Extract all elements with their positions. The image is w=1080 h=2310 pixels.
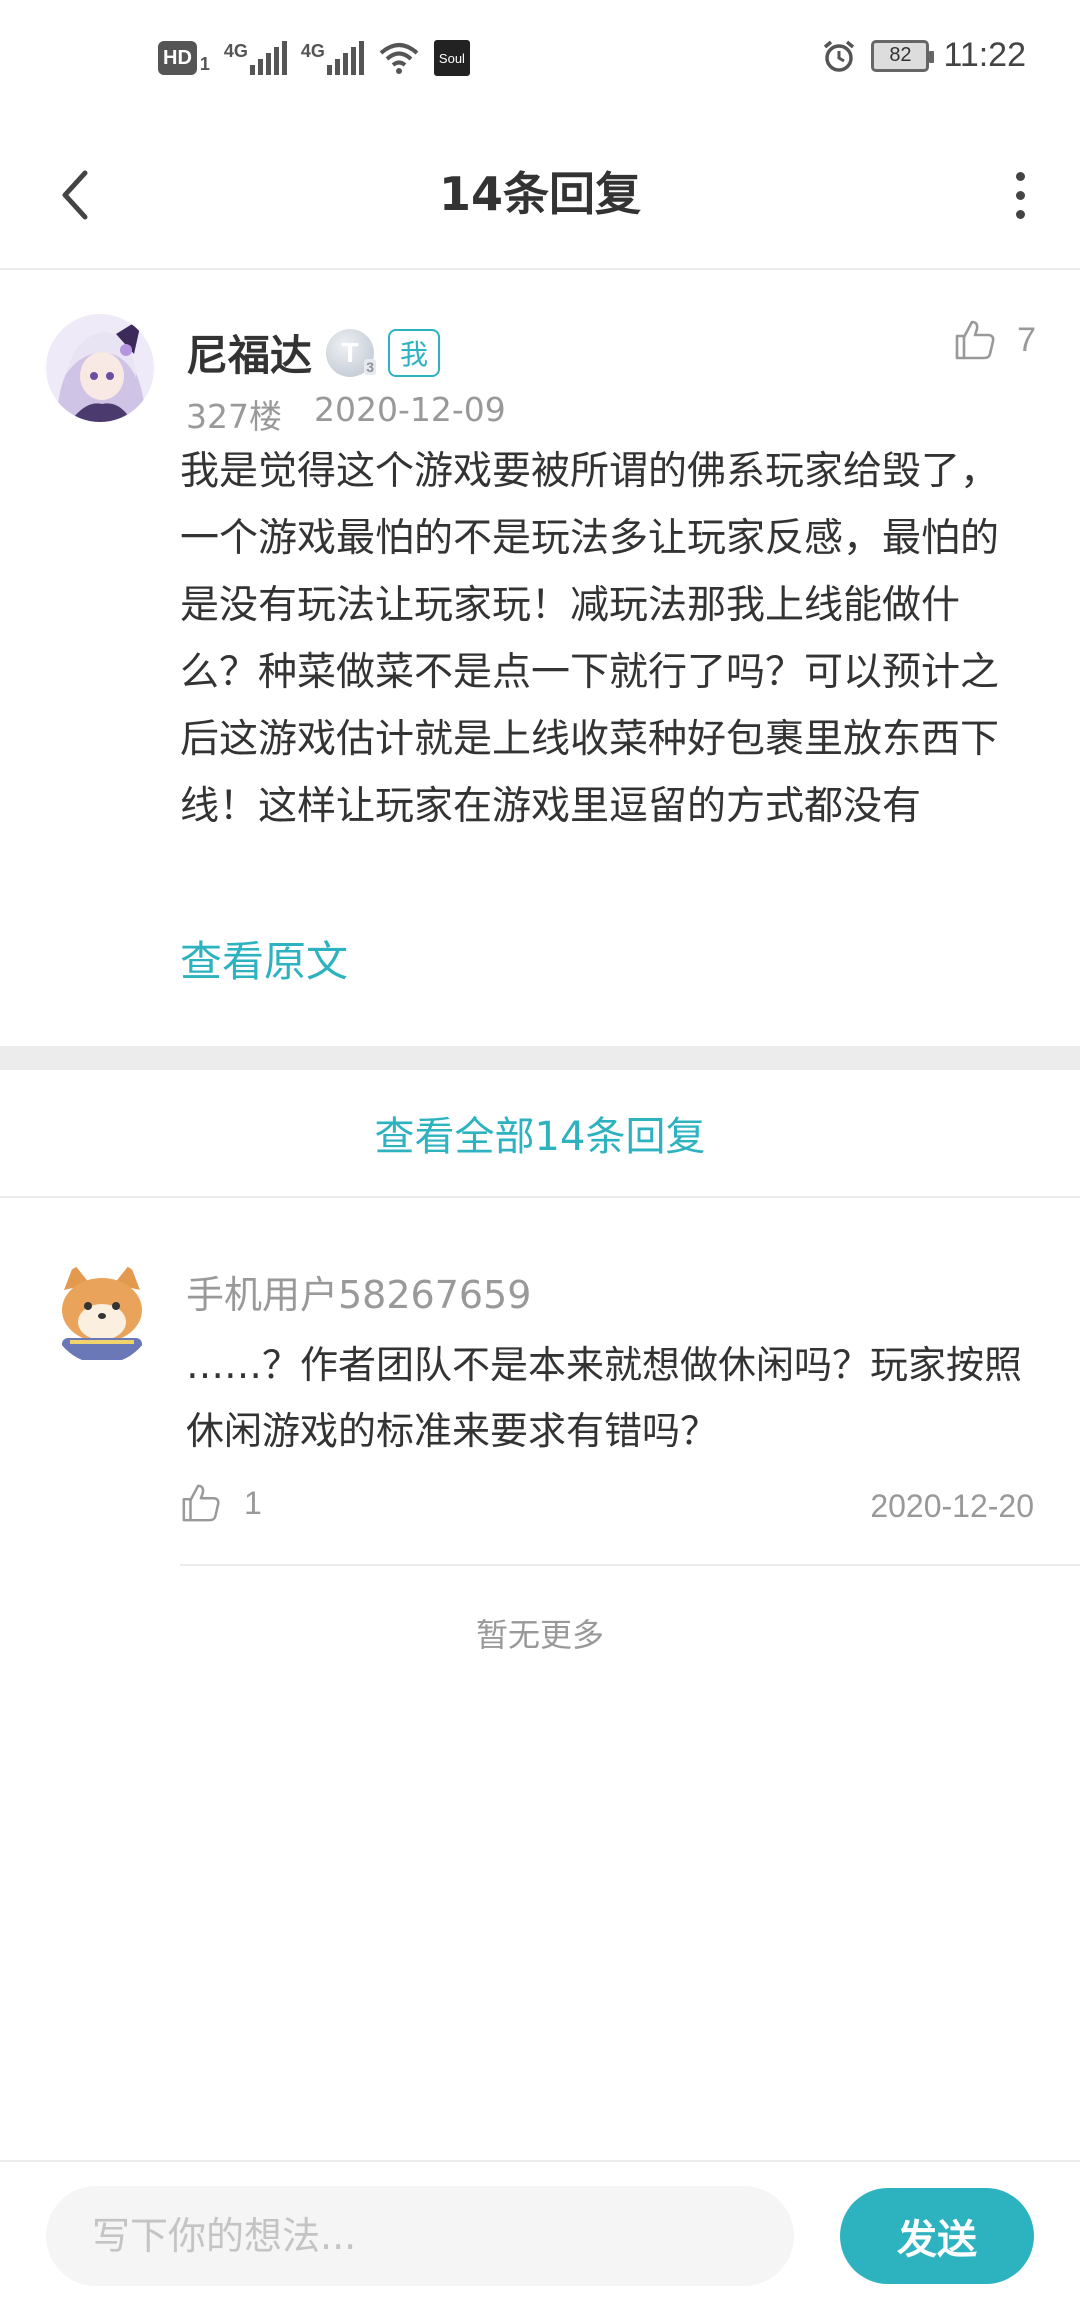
view-all-replies-label: 查看全部14条回复 — [374, 1114, 706, 1160]
battery-level: 82 — [889, 44, 912, 66]
hd-sub-label: 1 — [199, 54, 210, 74]
section-divider — [0, 1046, 1080, 1070]
network-type-2: 4G — [300, 41, 325, 61]
clock: 11:22 — [943, 36, 1026, 74]
soul-app-label: Soul — [438, 50, 465, 66]
status-right: 82 11:22 — [821, 36, 1026, 75]
author-row: 尼福达 T 3 我 — [186, 322, 441, 383]
thumbs-up-icon — [955, 320, 995, 360]
wifi-icon — [379, 43, 419, 74]
send-button[interactable]: 发送 — [840, 2188, 1034, 2284]
level-badge: T 3 — [326, 328, 377, 377]
alarm-icon — [824, 40, 855, 72]
level-badge-letter: T — [341, 336, 359, 368]
view-all-replies-link[interactable]: 查看全部14条回复 — [0, 1070, 1080, 1198]
send-button-label: 发送 — [897, 2217, 977, 2263]
status-bar: HD 1 4G 4G Soul 82 11:22 — [0, 0, 1080, 120]
comment-body: 我是觉得这个游戏要被所谓的佛系玩家给毁了，一个游戏最怕的不是玩法多让玩家反感，最… — [180, 449, 1000, 829]
more-vertical-icon — [1015, 171, 1025, 181]
signal-2: 4G — [301, 41, 364, 75]
comment-meta: 327楼 2020-12-09 — [186, 390, 506, 438]
me-badge: 我 — [388, 328, 441, 377]
page-title: 14条回复 — [438, 167, 641, 221]
reply-like-button[interactable]: 1 — [180, 1482, 262, 1524]
reply-item: 手机用户58267659 ……？作者团队不是本来就想做休闲吗？玩家按照休闲游戏的… — [0, 1200, 1080, 1568]
reply-username[interactable]: 手机用户58267659 — [186, 1264, 531, 1319]
header: 14条回复 — [0, 120, 1080, 270]
anime-avatar-image — [46, 314, 154, 422]
floor-number: 327楼 — [186, 397, 282, 436]
reply-divider — [180, 1564, 1080, 1566]
soul-app-icon: Soul — [433, 40, 470, 76]
comment-date: 2020-12-09 — [314, 390, 506, 429]
comment-input-bar: 发送 — [0, 2160, 1080, 2310]
level-badge-sub: 3 — [364, 358, 377, 375]
author-name[interactable]: 尼福达 — [186, 322, 312, 383]
battery-icon: 82 — [871, 39, 935, 72]
reply-like-count: 1 — [244, 1484, 262, 1521]
avatar[interactable] — [50, 1260, 154, 1364]
main-comment: 尼福达 T 3 我 7 327楼 2020-12-09 我是觉得这个游戏要被所谓… — [0, 272, 1080, 1046]
shiba-avatar-image — [50, 1260, 154, 1364]
thumbs-up-icon — [182, 1484, 220, 1522]
like-button[interactable]: 7 — [953, 318, 1036, 362]
avatar[interactable] — [46, 314, 154, 422]
no-more-label: 暂无更多 — [475, 1616, 604, 1654]
hd-indicator: HD 1 — [158, 41, 210, 75]
reply-body: ……？作者团队不是本来就想做休闲吗？玩家按照休闲游戏的标准来要求有错吗？ — [186, 1343, 1023, 1453]
signal-1: 4G — [224, 41, 287, 75]
more-options-button[interactable] — [990, 160, 1050, 230]
comment-input[interactable] — [46, 2186, 794, 2286]
signal-icon — [326, 41, 364, 75]
reply-date: 2020-12-20 — [870, 1488, 1034, 1524]
view-original-link[interactable]: 查看原文 — [180, 928, 348, 989]
hd-icon: HD — [158, 41, 197, 75]
status-left: HD 1 4G 4G Soul — [158, 40, 470, 76]
like-count: 7 — [1017, 320, 1036, 359]
signal-icon — [249, 41, 287, 75]
network-type-1: 4G — [223, 41, 248, 61]
reply-detail-page: HD 1 4G 4G Soul 82 11:22 14条回复 尼福达 T 3 我… — [0, 0, 1080, 2310]
